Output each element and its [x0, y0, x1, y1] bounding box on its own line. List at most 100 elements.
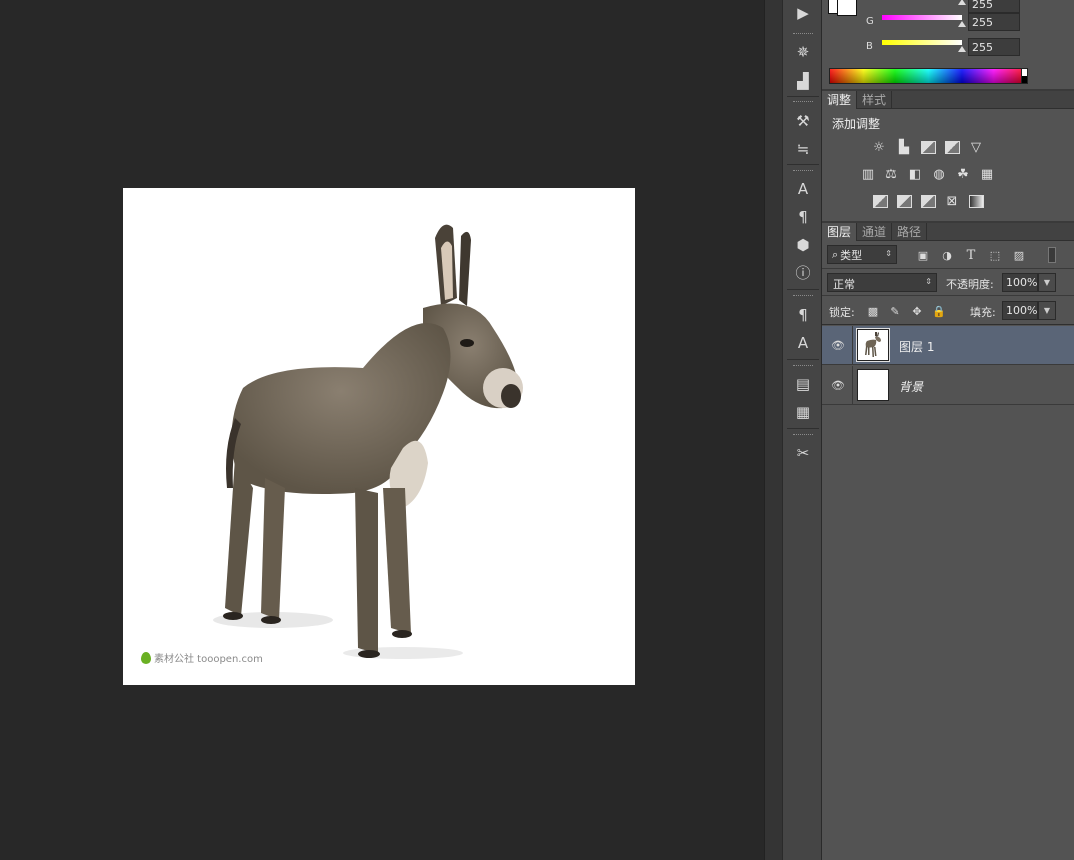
donkey-thumbnail-image: [865, 332, 881, 357]
lock-all-icon[interactable]: 🔒: [932, 304, 946, 318]
color-spectrum-bar[interactable]: [829, 68, 1028, 84]
brightness-contrast-icon[interactable]: ☼: [870, 139, 888, 155]
gradient-map-icon[interactable]: [967, 193, 985, 209]
vibrance-icon[interactable]: ▽: [967, 139, 985, 155]
search-icon: ⌕: [832, 247, 839, 261]
smart-object-filter-icon[interactable]: ▨: [1011, 247, 1027, 263]
leaf-logo-icon: [141, 651, 151, 664]
tab-adjustments[interactable]: 调整: [822, 91, 858, 109]
posterize-icon[interactable]: [895, 193, 913, 209]
type-layer-filter-icon[interactable]: T: [963, 247, 979, 263]
shape-layer-filter-icon[interactable]: ⬚: [987, 247, 1003, 263]
histogram-icon[interactable]: ▟: [791, 70, 815, 92]
b-value-input[interactable]: 255: [968, 38, 1020, 56]
layer-comps-icon[interactable]: ▦: [791, 401, 815, 423]
r-slider-knob[interactable]: [958, 0, 966, 5]
panel-grip[interactable]: [793, 434, 813, 436]
layer-row[interactable]: 👁 图层 1: [822, 326, 1074, 365]
paragraph-icon[interactable]: ¶: [791, 206, 815, 228]
layer-thumbnail[interactable]: [857, 369, 889, 401]
photo-filter-icon[interactable]: ◍: [930, 166, 948, 182]
channel-mixer-icon[interactable]: ☘: [954, 166, 972, 182]
selective-color-icon[interactable]: ⊠: [943, 193, 961, 209]
opacity-label: 不透明度:: [946, 278, 994, 291]
panel-grip[interactable]: [793, 101, 813, 103]
info-icon[interactable]: ⓘ: [791, 262, 815, 284]
chevron-updown-icon: ⇕: [885, 249, 892, 258]
lock-position-icon[interactable]: ✥: [910, 304, 924, 318]
workspace-scroll-edge: [764, 0, 782, 860]
right-panel-dock: 255 G 255 B 255 调整 样式 添加调整 ☼ ▙ ▽ ▥ ⚖ ◧ ◍…: [822, 0, 1074, 860]
strip-divider: [787, 164, 819, 165]
character-icon[interactable]: A: [791, 178, 815, 200]
tab-styles[interactable]: 样式: [857, 91, 893, 109]
visibility-column-divider: [852, 366, 853, 405]
adjustment-layer-filter-icon[interactable]: ◑: [939, 247, 955, 263]
b-slider-knob[interactable]: [958, 46, 966, 52]
eye-icon[interactable]: 👁: [831, 338, 845, 352]
panel-grip[interactable]: [793, 365, 813, 367]
panel-grip[interactable]: [793, 170, 813, 172]
fill-input[interactable]: 100%: [1002, 301, 1038, 320]
watermark: 素材公社 tooopen.com: [141, 650, 263, 665]
g-label: G: [866, 16, 874, 27]
notes-icon[interactable]: ▤: [791, 373, 815, 395]
strip-divider: [787, 359, 819, 360]
g-slider-knob[interactable]: [958, 21, 966, 27]
eye-icon[interactable]: 👁: [831, 378, 845, 392]
color-lookup-icon[interactable]: ▦: [978, 166, 996, 182]
brush-presets-icon[interactable]: ⚒: [791, 110, 815, 132]
black-white-swatch[interactable]: [1021, 68, 1028, 84]
strip-divider: [787, 428, 819, 429]
tab-layers[interactable]: 图层: [822, 223, 858, 241]
layer-name[interactable]: 图层 1: [899, 338, 934, 355]
pixel-layer-filter-icon[interactable]: ▣: [915, 247, 931, 263]
canvas-workspace[interactable]: 素材公社 tooopen.com: [0, 0, 764, 860]
layer-name[interactable]: 背景: [899, 378, 923, 395]
filter-toggle-icon[interactable]: [1044, 247, 1060, 263]
blend-opacity-row: 正常 ⇕ 不透明度: 100% ▼: [822, 270, 1074, 296]
black-white-icon[interactable]: ◧: [906, 166, 924, 182]
lock-image-pixels-icon[interactable]: ✎: [888, 304, 902, 318]
panel-grip[interactable]: [793, 295, 813, 297]
r-value-input[interactable]: 255: [968, 0, 1020, 13]
tab-channels[interactable]: 通道: [857, 223, 893, 241]
layer-row[interactable]: 👁 背景: [822, 366, 1074, 405]
brush-settings-icon[interactable]: ≒: [791, 138, 815, 160]
curves-icon[interactable]: [919, 139, 937, 155]
opacity-input[interactable]: 100%: [1002, 273, 1038, 292]
hue-saturation-icon[interactable]: ▥: [859, 166, 877, 182]
layer-kind-filter-select[interactable]: ⌕ 类型 ⇕: [827, 245, 897, 264]
threshold-icon[interactable]: [919, 193, 937, 209]
color-balance-icon[interactable]: ⚖: [882, 166, 900, 182]
tool-presets-icon[interactable]: ✂: [791, 442, 815, 464]
foreground-color-swatch[interactable]: [837, 0, 857, 16]
blend-mode-select[interactable]: 正常 ⇕: [827, 273, 937, 292]
b-slider[interactable]: [882, 40, 962, 45]
layer-thumbnail[interactable]: [856, 328, 890, 362]
play-action-icon[interactable]: ▶: [791, 2, 815, 24]
levels-icon[interactable]: ▙: [895, 139, 913, 155]
paragraph-styles-icon[interactable]: ¶: [791, 304, 815, 326]
opacity-dropdown-icon[interactable]: ▼: [1038, 273, 1056, 292]
visibility-column-divider: [852, 326, 853, 365]
panel-grip[interactable]: [793, 33, 813, 35]
strip-divider: [787, 96, 819, 97]
invert-icon[interactable]: [871, 193, 889, 209]
donkey-image: [213, 224, 523, 659]
add-adjustment-title: 添加调整: [832, 117, 881, 131]
g-value-input[interactable]: 255: [968, 13, 1020, 31]
lock-fill-row: 锁定: ▩ ✎ ✥ 🔒 填充: 100% ▼: [822, 297, 1074, 325]
g-slider[interactable]: [882, 15, 962, 20]
chevron-updown-icon: ⇕: [925, 277, 932, 286]
character-styles-icon[interactable]: A: [791, 332, 815, 354]
navigator-icon[interactable]: ✵: [791, 41, 815, 63]
lock-transparent-pixels-icon[interactable]: ▩: [866, 304, 880, 318]
exposure-icon[interactable]: [943, 139, 961, 155]
document-canvas[interactable]: 素材公社 tooopen.com: [123, 188, 635, 685]
3d-icon[interactable]: ⬢: [791, 234, 815, 256]
tab-paths[interactable]: 路径: [892, 223, 928, 241]
lock-label: 锁定:: [829, 306, 855, 319]
fill-label: 填充:: [970, 306, 996, 319]
fill-dropdown-icon[interactable]: ▼: [1038, 301, 1056, 320]
